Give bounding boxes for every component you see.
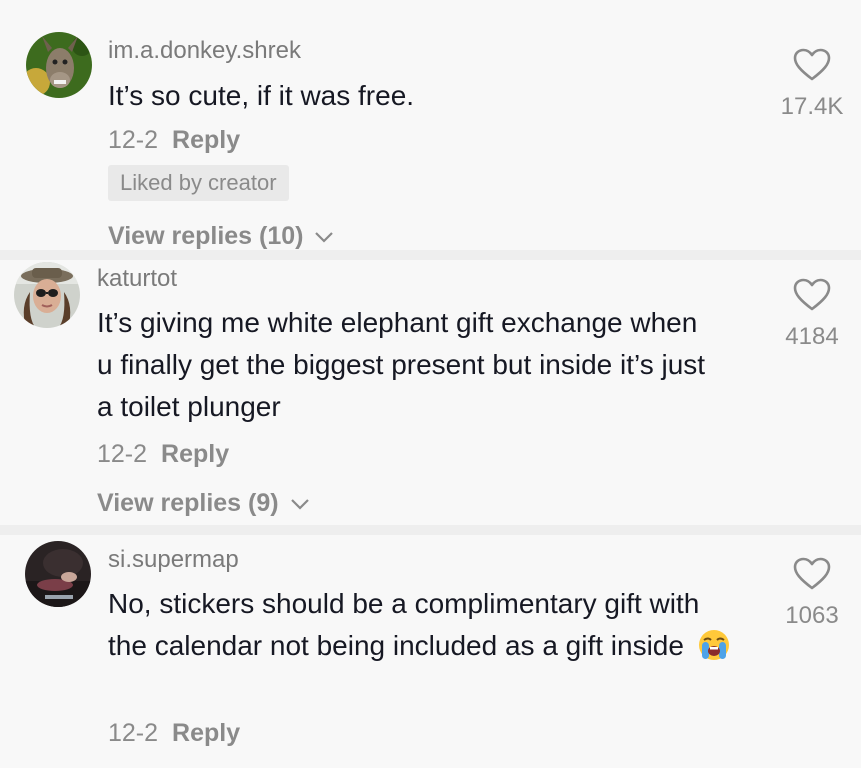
user-photo-avatar-icon <box>14 262 80 328</box>
liked-by-creator-badge: Liked by creator <box>108 165 289 201</box>
comment-meta: 12-2 Reply <box>108 126 240 155</box>
chevron-down-icon <box>315 232 334 243</box>
like-count: 4184 <box>785 323 839 350</box>
comment-date: 12-2 <box>108 126 159 154</box>
heart-icon <box>793 557 831 590</box>
reply-button[interactable]: Reply <box>172 126 240 154</box>
like-count: 17.4K <box>780 93 844 120</box>
comment-text: No, stickers should be a complimentary g… <box>108 583 738 667</box>
user-photo-avatar-icon <box>25 541 91 607</box>
comment-item: im.a.donkey.shrek It’s so cute, if it wa… <box>0 0 861 250</box>
donkey-avatar-icon <box>26 32 92 98</box>
like-button[interactable]: 1063 <box>772 557 852 630</box>
comment-date: 12-2 <box>108 719 159 747</box>
comment-date: 12-2 <box>97 440 148 468</box>
avatar[interactable] <box>14 262 80 328</box>
heart-icon <box>793 48 831 81</box>
chevron-down-icon <box>290 499 309 510</box>
avatar[interactable] <box>26 32 92 98</box>
reply-button[interactable]: Reply <box>172 719 240 747</box>
like-count: 1063 <box>785 602 839 629</box>
comment-item: si.supermap No, stickers should be a com… <box>0 535 861 768</box>
username[interactable]: katurtot <box>97 265 177 293</box>
username[interactable]: si.supermap <box>108 546 239 574</box>
reply-button[interactable]: Reply <box>161 440 229 468</box>
username[interactable]: im.a.donkey.shrek <box>108 37 301 65</box>
comment-text: It’s giving me white elephant gift excha… <box>97 307 706 422</box>
view-replies-label: View replies (9) <box>97 489 279 517</box>
comment-item: katurtot It’s giving me white elephant g… <box>0 260 861 525</box>
loudly-crying-face-icon <box>698 630 729 660</box>
like-button[interactable]: 4184 <box>772 278 852 351</box>
separator <box>0 525 861 535</box>
separator <box>0 250 861 260</box>
view-replies-label: View replies (10) <box>108 222 304 250</box>
comment-meta: 12-2 Reply <box>108 719 240 748</box>
comment-meta: 12-2 Reply <box>97 440 229 469</box>
like-button[interactable]: 17.4K <box>772 48 852 121</box>
comment-text-content: No, stickers should be a complimentary g… <box>108 588 700 661</box>
comment-text: It’s so cute, if it was free. <box>108 80 415 111</box>
view-replies-button[interactable]: View replies (9) <box>97 489 310 518</box>
avatar[interactable] <box>25 541 91 607</box>
heart-icon <box>793 278 831 311</box>
view-replies-button[interactable]: View replies (10) <box>108 222 334 251</box>
